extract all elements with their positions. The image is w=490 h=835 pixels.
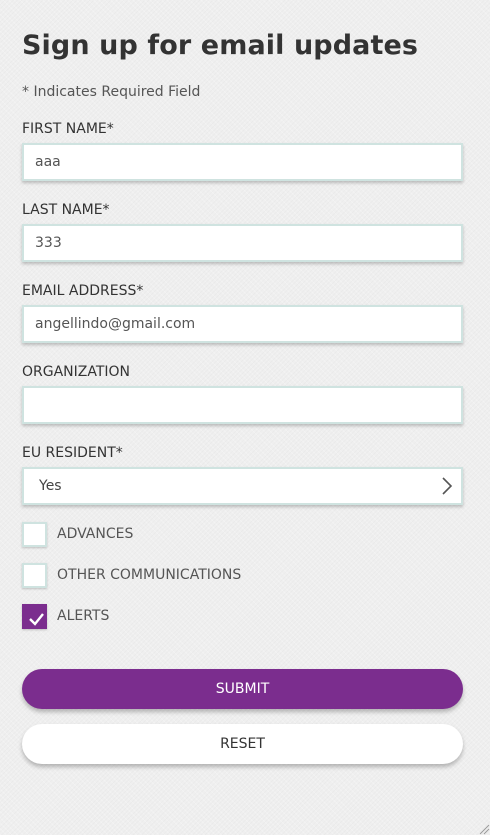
email-label: EMAIL ADDRESS* [22, 283, 144, 299]
organization-field[interactable] [22, 386, 463, 424]
email-field[interactable] [22, 305, 463, 343]
eu-resident-selected-value: Yes [39, 478, 62, 494]
alerts-label: ALERTS [57, 608, 110, 624]
eu-resident-select[interactable]: Yes [22, 467, 463, 505]
required-field-note: * Indicates Required Field [22, 84, 201, 100]
page-title: Sign up for email updates [22, 30, 419, 61]
last-name-field[interactable] [22, 224, 463, 262]
checkbox-alerts[interactable]: ALERTS [22, 604, 322, 630]
advances-checkbox[interactable] [22, 522, 47, 547]
resize-handle-icon[interactable] [478, 823, 490, 835]
chevron-right-icon [442, 477, 453, 495]
other-communications-checkbox[interactable] [22, 563, 47, 588]
first-name-field[interactable] [22, 143, 463, 181]
other-communications-label: OTHER COMMUNICATIONS [57, 567, 242, 583]
last-name-label: LAST NAME* [22, 202, 110, 218]
reset-button[interactable]: RESET [22, 724, 463, 764]
alerts-checkbox[interactable] [22, 604, 47, 629]
checkbox-advances[interactable]: ADVANCES [22, 522, 322, 548]
first-name-label: FIRST NAME* [22, 121, 114, 137]
eu-resident-label: EU RESIDENT* [22, 445, 123, 461]
advances-label: ADVANCES [57, 526, 134, 542]
checkmark-icon [29, 613, 44, 626]
submit-button[interactable]: SUBMIT [22, 669, 463, 709]
checkbox-other-communications[interactable]: OTHER COMMUNICATIONS [22, 563, 322, 589]
organization-label: ORGANIZATION [22, 364, 131, 380]
